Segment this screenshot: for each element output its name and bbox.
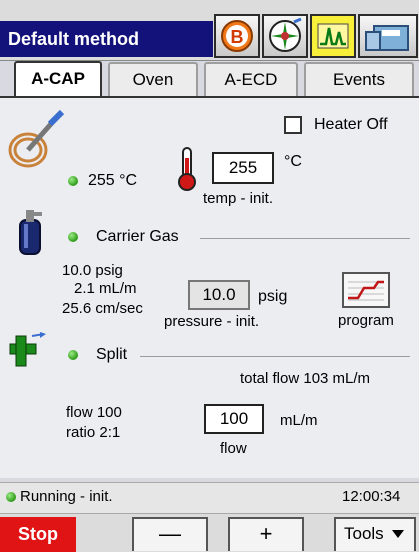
- split-status-led: [68, 350, 78, 360]
- run-status-text: Running - init.: [20, 488, 113, 505]
- split-divider: [140, 356, 410, 357]
- dial-icon: [269, 17, 302, 52]
- carrier-velocity-actual: 25.6 cm/sec: [62, 300, 143, 317]
- program-button[interactable]: [342, 272, 390, 308]
- instrument-icon: [365, 25, 409, 51]
- split-valve-icon: [9, 332, 46, 367]
- capillary-column-icon: [8, 110, 65, 168]
- pressure-setpoint-input[interactable]: 10.0: [188, 280, 250, 310]
- split-ratio: ratio 2:1: [66, 424, 121, 441]
- b-icon: B: [221, 20, 253, 52]
- tab-a-cap[interactable]: A-CAP: [14, 61, 102, 97]
- instrument-button[interactable]: [358, 14, 418, 58]
- thermometer-icon: [178, 147, 196, 191]
- svg-text:B: B: [231, 27, 244, 47]
- gas-cylinder-icon: [19, 210, 42, 255]
- temperature-actual: 255 °C: [88, 172, 138, 189]
- b-button[interactable]: B: [214, 14, 260, 58]
- carrier-flow-actual: 2.1 mL/m: [74, 280, 137, 297]
- chromatogram-button[interactable]: [310, 14, 356, 58]
- temperature-unit: °C: [284, 153, 302, 170]
- carrier-pressure-actual: 10.0 psig: [62, 262, 123, 279]
- stop-button[interactable]: Stop: [0, 517, 76, 552]
- tab-oven[interactable]: Oven: [108, 62, 198, 96]
- temperature-caption: temp - init.: [203, 190, 274, 207]
- program-chart-icon: [348, 280, 384, 301]
- split-flow-unit: mL/m: [280, 412, 318, 429]
- split-title: Split: [96, 346, 128, 363]
- temperature-status-led: [68, 176, 78, 186]
- run-status-led: [6, 492, 16, 502]
- run-clock: 12:00:34: [342, 488, 401, 505]
- decrement-button[interactable]: —: [132, 517, 208, 551]
- split-flow-input[interactable]: 100: [204, 404, 264, 434]
- tools-label: Tools: [344, 524, 384, 543]
- tab-events[interactable]: Events: [304, 62, 414, 96]
- heater-off-checkbox[interactable]: [284, 116, 302, 134]
- split-flow-actual: flow 100: [66, 404, 122, 421]
- pressure-caption: pressure - init.: [164, 313, 260, 330]
- chromatogram-icon: [317, 23, 349, 49]
- carrier-gas-status-led: [68, 232, 78, 242]
- tools-menu-button[interactable]: Tools: [334, 517, 416, 551]
- program-label: program: [338, 312, 394, 329]
- tab-a-ecd[interactable]: A-ECD: [204, 62, 298, 96]
- split-flow-caption: flow: [220, 440, 247, 457]
- pressure-unit: psig: [258, 288, 288, 305]
- dial-button[interactable]: [262, 14, 308, 58]
- heater-off-label: Heater Off: [314, 116, 388, 133]
- chevron-down-icon: [392, 530, 405, 538]
- window-title: Default method: [0, 21, 213, 57]
- temperature-setpoint-input[interactable]: 255: [212, 152, 274, 184]
- carrier-gas-divider: [200, 238, 410, 239]
- increment-button[interactable]: +: [228, 517, 304, 551]
- carrier-gas-title: Carrier Gas: [96, 228, 179, 245]
- total-flow: total flow 103 mL/m: [240, 370, 371, 387]
